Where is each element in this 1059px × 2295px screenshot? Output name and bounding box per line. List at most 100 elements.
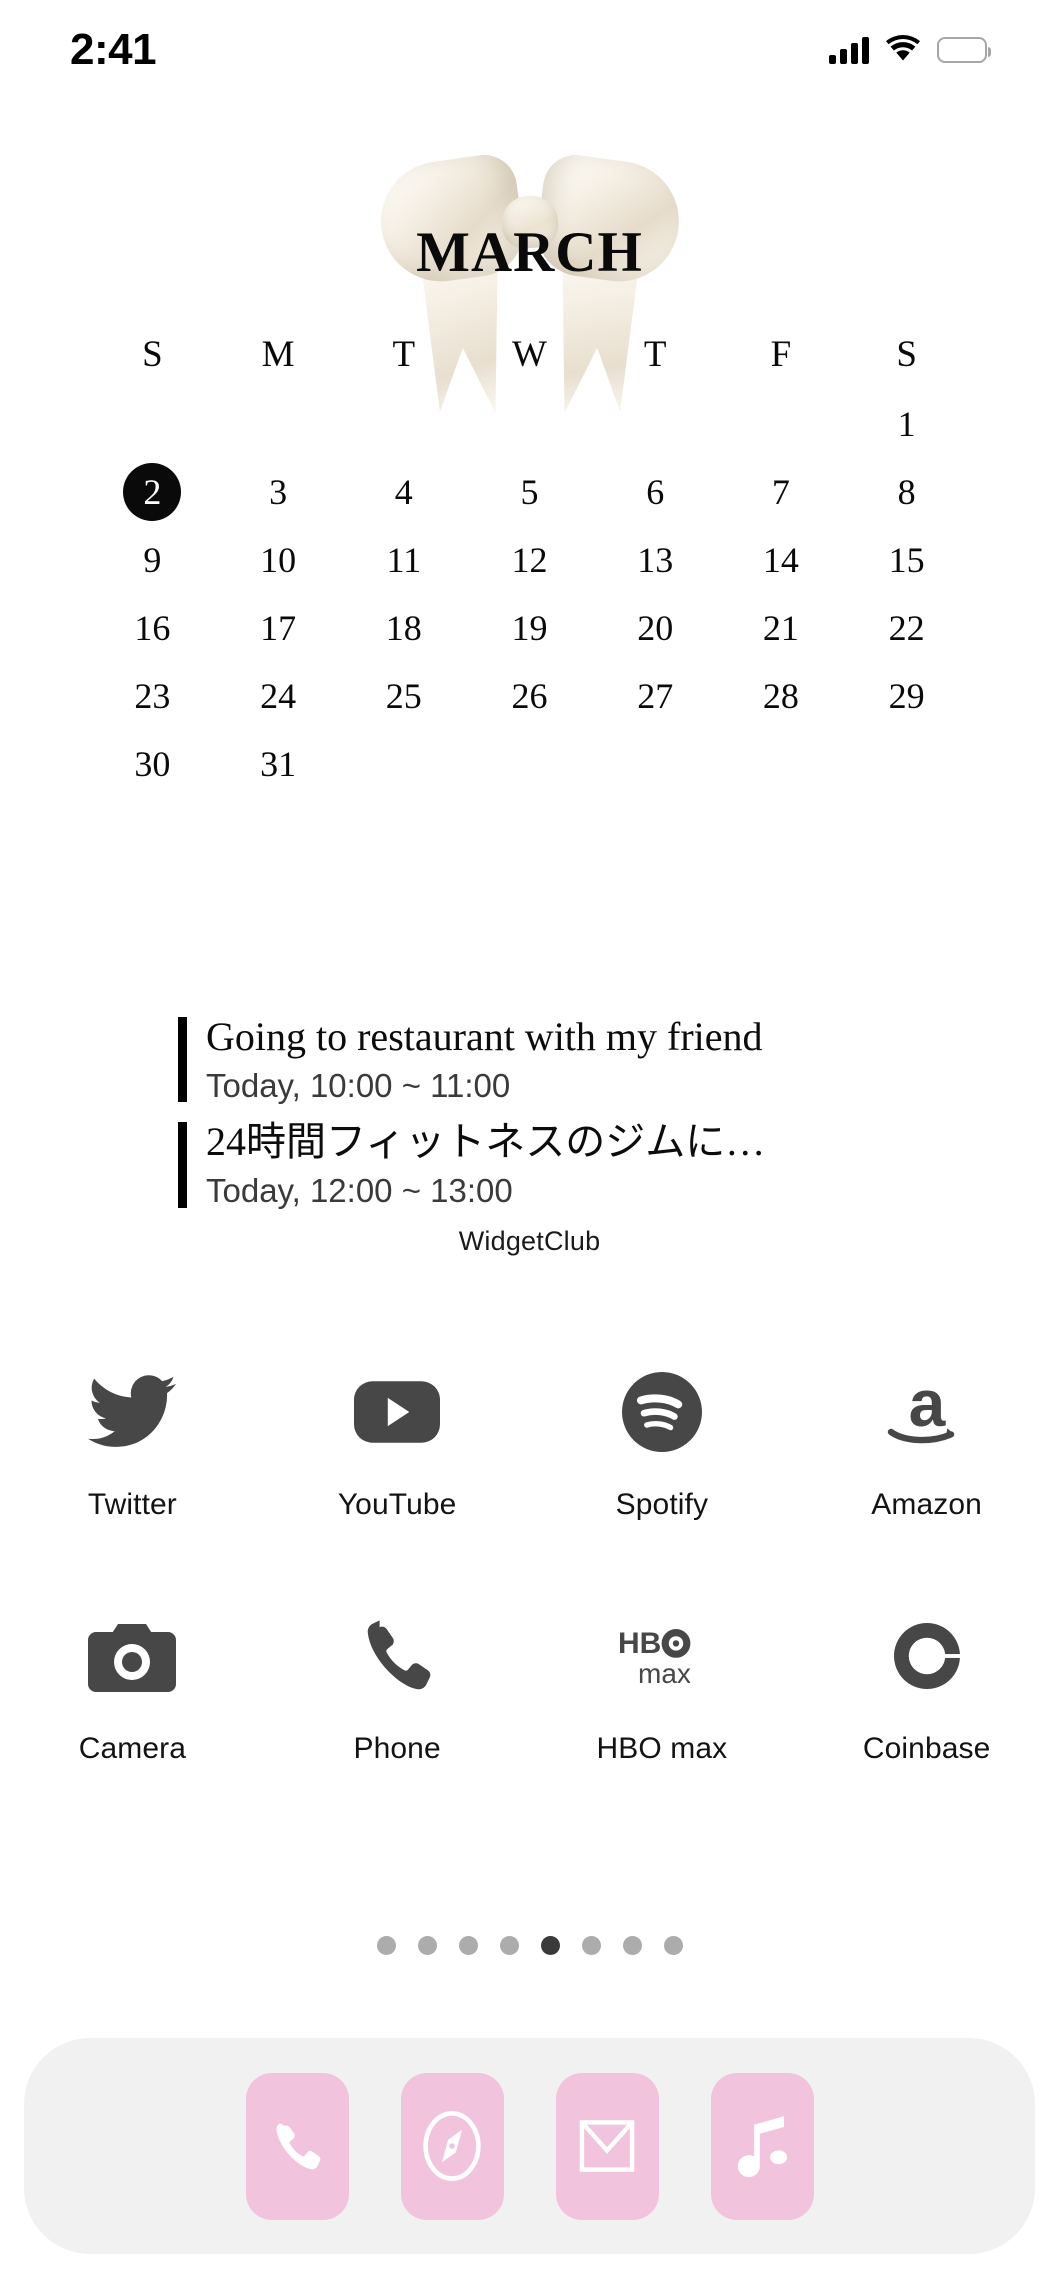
app-hbo-max[interactable]: HB max HBO max	[530, 1596, 795, 1766]
status-bar-time: 2:41	[70, 25, 157, 74]
page-dot[interactable]	[376, 1936, 396, 1955]
calendar-day[interactable]: 20	[592, 594, 718, 662]
calendar-month-title: MARCH	[416, 221, 643, 284]
calendar-day[interactable]: 24	[215, 662, 341, 730]
calendar-event[interactable]: 24時間フィットネスのジムに… Today, 12:00 ~ 13:00	[178, 1118, 938, 1213]
calendar-day-number	[752, 395, 810, 453]
calendar-day[interactable]: 23	[90, 662, 216, 730]
calendar-day[interactable]: 18	[341, 594, 467, 662]
app-label: Amazon	[871, 1488, 982, 1521]
calendar-day[interactable]: 12	[467, 526, 593, 594]
page-dot[interactable]	[663, 1936, 683, 1955]
calendar-day-number: 16	[134, 608, 171, 648]
calendar-day-empty	[90, 390, 216, 458]
calendar-day[interactable]: 22	[844, 594, 970, 662]
calendar-day-number: 21	[762, 608, 799, 648]
calendar-day[interactable]: 7	[718, 458, 844, 526]
weekday-header: T	[643, 333, 667, 375]
dock-app-safari[interactable]	[400, 2072, 504, 2220]
app-spotify[interactable]: Spotify	[530, 1352, 795, 1522]
calendar-day[interactable]: 14	[718, 526, 844, 594]
calendar-day[interactable]: 31	[215, 730, 341, 798]
calendar-day[interactable]: 19	[467, 594, 593, 662]
calendar-day[interactable]: 27	[592, 662, 718, 730]
calendar-day[interactable]: 13	[592, 526, 718, 594]
app-label: Twitter	[87, 1488, 177, 1521]
calendar-day[interactable]: 11	[341, 526, 467, 594]
app-label: HBO max	[596, 1732, 728, 1765]
dock-app-mail[interactable]	[555, 2072, 659, 2220]
calendar-day[interactable]: 1	[844, 390, 970, 458]
page-dot[interactable]	[499, 1936, 519, 1955]
calendar-day-number: 29	[888, 676, 925, 716]
weekday-header: W	[512, 333, 547, 375]
calendar-day[interactable]: 25	[341, 662, 467, 730]
calendar-day-number: 23	[134, 676, 171, 716]
calendar-day-number	[752, 735, 810, 793]
calendar-day-number: 28	[762, 676, 799, 716]
app-amazon[interactable]: a Amazon	[794, 1352, 1059, 1522]
svg-text:a: a	[908, 1374, 946, 1440]
calendar-week-row: 9 10 11 12 13 14 15	[90, 526, 970, 594]
app-youtube[interactable]: YouTube	[265, 1352, 530, 1522]
calendar-day-empty	[844, 730, 970, 798]
calendar-day-number: 5	[520, 472, 539, 512]
calendar-day[interactable]: 6	[592, 458, 718, 526]
calendar-day[interactable]: 16	[90, 594, 216, 662]
calendar-day[interactable]: 3	[215, 458, 341, 526]
calendar-day-number	[375, 395, 433, 453]
calendar-day[interactable]: 8	[844, 458, 970, 526]
page-dot[interactable]	[417, 1936, 437, 1955]
calendar-week-row: 2 3 4 5 6 7 8	[90, 458, 970, 526]
calendar-day-number	[123, 395, 181, 453]
calendar-day-number	[375, 735, 433, 793]
app-phone[interactable]: Phone	[265, 1596, 530, 1766]
calendar-day-number: 18	[385, 608, 422, 648]
cellular-signal-icon	[829, 36, 869, 64]
page-dot[interactable]	[622, 1936, 642, 1955]
calendar-day-number	[249, 395, 307, 453]
calendar-day[interactable]: 21	[718, 594, 844, 662]
calendar-day-number: 11	[386, 540, 422, 580]
calendar-day[interactable]: 9	[90, 526, 216, 594]
calendar-day[interactable]: 4	[341, 458, 467, 526]
calendar-day-number: 6	[646, 472, 665, 512]
calendar-day[interactable]: 10	[215, 526, 341, 594]
phone-handset-icon	[337, 1596, 457, 1716]
calendar-widget[interactable]: MARCH S M T W T F S 1 2 3 4 5 6 7 8 9 10 11 12 13 14 1…	[0, 128, 1059, 1209]
dock-app-music[interactable]	[710, 2072, 814, 2220]
app-camera[interactable]: Camera	[0, 1596, 265, 1766]
calendar-day-today[interactable]: 2	[90, 458, 216, 526]
calendar-day[interactable]: 5	[467, 458, 593, 526]
page-dot[interactable]	[581, 1936, 601, 1955]
app-coinbase[interactable]: Coinbase	[794, 1596, 1059, 1766]
page-dot[interactable]	[458, 1936, 478, 1955]
calendar-day-number	[500, 395, 558, 453]
page-dot-active[interactable]	[540, 1936, 560, 1955]
calendar-day[interactable]: 26	[467, 662, 593, 730]
calendar-day-number: 2	[123, 463, 182, 521]
svg-text:max: max	[638, 1658, 691, 1687]
battery-full-icon	[937, 37, 991, 63]
calendar-day-empty	[341, 390, 467, 458]
calendar-event[interactable]: Going to restaurant with my friend Today…	[178, 1013, 938, 1108]
calendar-week-row: 16 17 18 19 20 21 22	[90, 594, 970, 662]
event-time: Today, 10:00 ~ 11:00	[206, 1066, 511, 1104]
app-row: Camera Phone HB max HBO max Coinbase	[0, 1596, 1059, 1766]
app-grid: Twitter YouTube Spotify a Amazon Camera …	[0, 1352, 1059, 1840]
calendar-day[interactable]: 29	[844, 662, 970, 730]
coinbase-icon	[867, 1596, 987, 1716]
calendar-day-number: 20	[637, 608, 674, 648]
compass-icon	[421, 2110, 483, 2182]
calendar-day[interactable]: 15	[844, 526, 970, 594]
calendar-day[interactable]: 30	[90, 730, 216, 798]
calendar-day-number: 7	[771, 472, 790, 512]
calendar-day[interactable]: 17	[215, 594, 341, 662]
dock-app-phone[interactable]	[245, 2072, 349, 2220]
wifi-icon	[886, 34, 920, 66]
app-label: YouTube	[337, 1488, 457, 1521]
app-twitter[interactable]: Twitter	[0, 1352, 265, 1522]
page-indicator-dots[interactable]	[0, 1936, 1059, 1955]
app-label: Camera	[78, 1732, 187, 1765]
calendar-day[interactable]: 28	[718, 662, 844, 730]
